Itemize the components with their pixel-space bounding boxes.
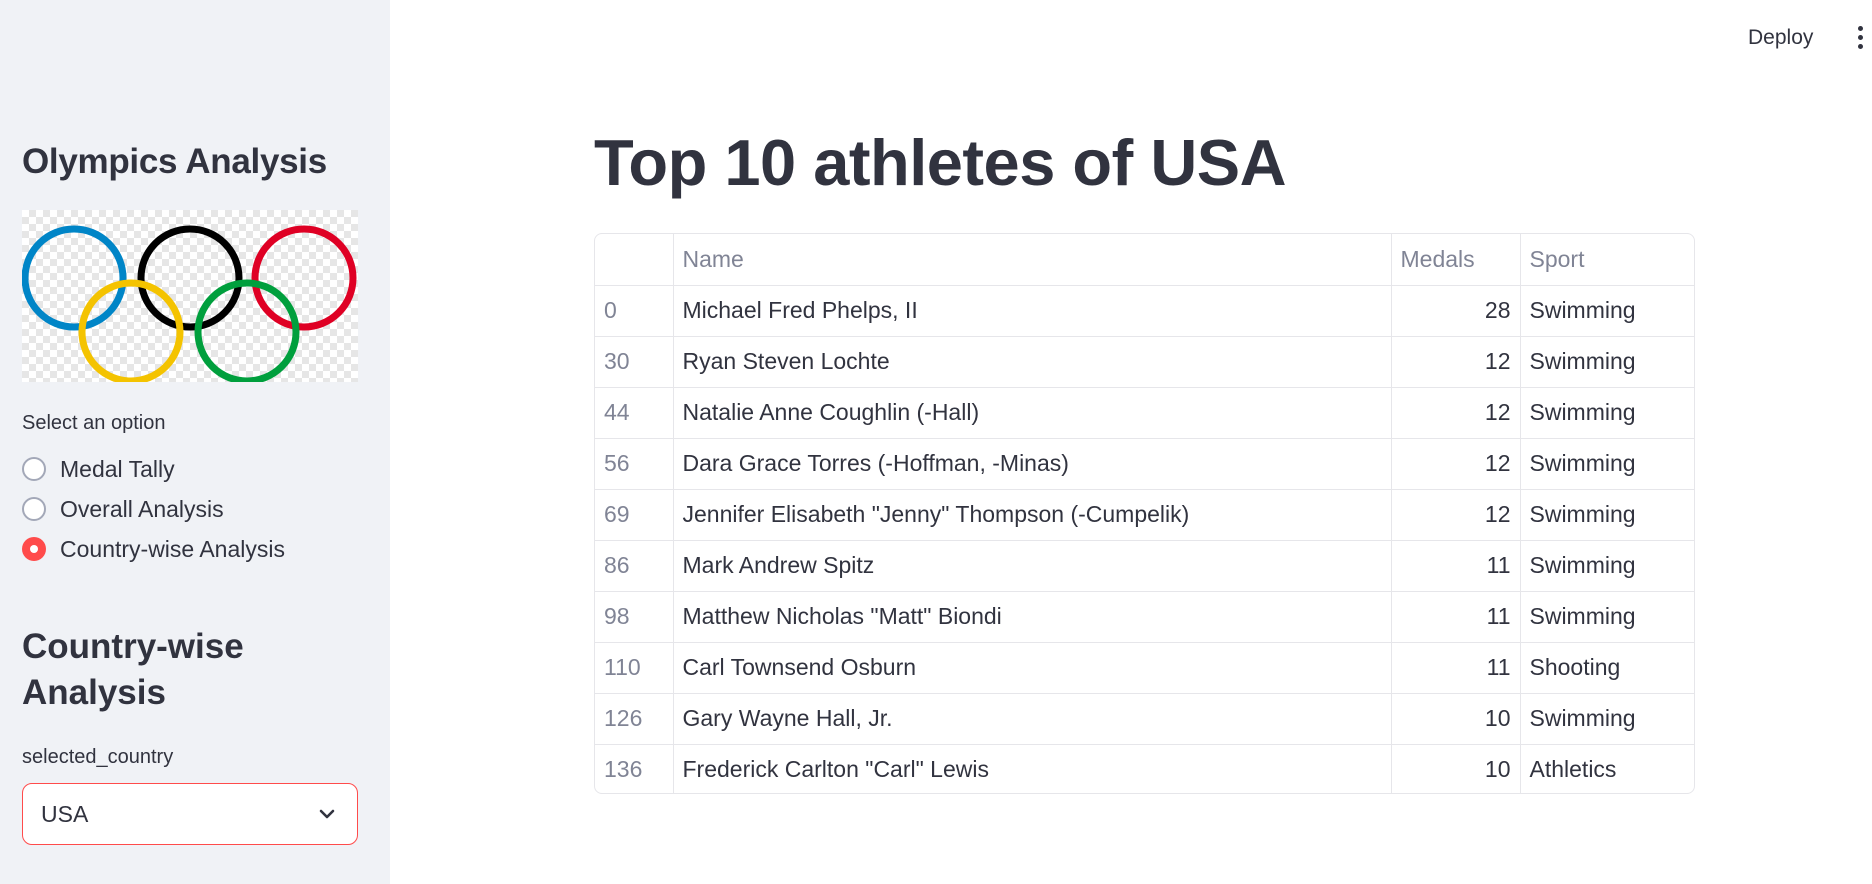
cell-sport[interactable]: Athletics [1520, 744, 1694, 793]
cell-index[interactable]: 126 [595, 693, 674, 745]
kebab-menu-icon[interactable] [1852, 26, 1868, 52]
cell-medals[interactable]: 12 [1391, 387, 1521, 439]
radio-option-overall-analysis[interactable]: Overall Analysis [22, 489, 285, 529]
cell-name[interactable]: Dara Grace Torres (-Hoffman, -Minas) [673, 438, 1392, 490]
country-select-label: selected_country [22, 746, 174, 768]
radio-option-label: Medal Tally [60, 455, 175, 482]
table-row: 136 Frederick Carlton "Carl" Lewis 10 Athle… [595, 744, 1694, 793]
column-header-name[interactable]: Name [673, 234, 1392, 286]
cell-medals[interactable]: 11 [1391, 540, 1521, 592]
cell-sport[interactable]: Swimming [1520, 591, 1694, 643]
cell-index[interactable]: 110 [595, 642, 674, 694]
table-header-row: Name Medals Sport [595, 234, 1694, 286]
cell-medals[interactable]: 10 [1391, 693, 1521, 745]
cell-sport[interactable]: Swimming [1520, 336, 1694, 388]
radio-option-label: Overall Analysis [60, 495, 224, 522]
cell-index[interactable]: 136 [595, 744, 674, 793]
olympic-rings-icon [22, 225, 357, 382]
cell-medals[interactable]: 28 [1391, 285, 1521, 337]
column-header-sport[interactable]: Sport [1520, 234, 1694, 286]
sidebar: Olympics Analysis Select an option Medal… [0, 0, 390, 884]
cell-name[interactable]: Jennifer Elisabeth "Jenny" Thompson (-Cu… [673, 489, 1392, 541]
radio-group-label: Select an option [22, 412, 166, 434]
country-select-value: USA [41, 800, 89, 827]
cell-sport[interactable]: Shooting [1520, 642, 1694, 694]
column-header-index[interactable] [595, 234, 674, 286]
table-row: 69 Jennifer Elisabeth "Jenny" Thompson (-… [595, 489, 1694, 541]
cell-name[interactable]: Ryan Steven Lochte [673, 336, 1392, 388]
cell-sport[interactable]: Swimming [1520, 438, 1694, 490]
sidebar-subtitle: Country-wise Analysis [22, 627, 244, 712]
radio-option-country-wise-analysis[interactable]: Country-wise Analysis [22, 529, 285, 569]
radio-button-selected[interactable] [22, 537, 46, 561]
cell-name[interactable]: Michael Fred Phelps, II [673, 285, 1392, 337]
cell-sport[interactable]: Swimming [1520, 387, 1694, 439]
table-row: 44 Natalie Anne Coughlin (-Hall) 12 Swimmin… [595, 387, 1694, 439]
cell-sport[interactable]: Swimming [1520, 540, 1694, 592]
cell-index[interactable]: 30 [595, 336, 674, 388]
cell-index[interactable]: 56 [595, 438, 674, 490]
cell-medals[interactable]: 12 [1391, 336, 1521, 388]
cell-index[interactable]: 44 [595, 387, 674, 439]
column-header-medals[interactable]: Medals [1391, 234, 1521, 286]
athletes-table: Name Medals Sport 0 Michael Fred Phelps, … [594, 233, 1695, 794]
cell-name[interactable]: Gary Wayne Hall, Jr. [673, 693, 1392, 745]
cell-medals[interactable]: 11 [1391, 642, 1521, 694]
table-row: 126 Gary Wayne Hall, Jr. 10 Swimming [595, 693, 1694, 745]
table-row: 86 Mark Andrew Spitz 11 Swimming [595, 540, 1694, 592]
cell-name[interactable]: Mark Andrew Spitz [673, 540, 1392, 592]
country-select[interactable]: USA [22, 783, 358, 845]
table-row: 30 Ryan Steven Lochte 12 Swimming [595, 336, 1694, 388]
page-title: Top 10 athletes of USA [594, 126, 1287, 199]
table-row: 0 Michael Fred Phelps, II 28 Swimming [595, 285, 1694, 337]
deploy-button[interactable]: Deploy [1744, 24, 1817, 52]
cell-index[interactable]: 69 [595, 489, 674, 541]
cell-name[interactable]: Natalie Anne Coughlin (-Hall) [673, 387, 1392, 439]
cell-index[interactable]: 0 [595, 285, 674, 337]
sidebar-title: Olympics Analysis [22, 142, 327, 181]
cell-name[interactable]: Carl Townsend Osburn [673, 642, 1392, 694]
cell-index[interactable]: 86 [595, 540, 674, 592]
cell-medals[interactable]: 12 [1391, 438, 1521, 490]
cell-medals[interactable]: 11 [1391, 591, 1521, 643]
cell-name[interactable]: Frederick Carlton "Carl" Lewis [673, 744, 1392, 793]
radio-button[interactable] [22, 457, 46, 481]
radio-button[interactable] [22, 497, 46, 521]
table-row: 56 Dara Grace Torres (-Hoffman, -Minas) 12… [595, 438, 1694, 490]
analysis-radio-group: Medal Tally Overall Analysis Country-wis… [22, 449, 285, 569]
radio-option-medal-tally[interactable]: Medal Tally [22, 449, 285, 489]
chevron-down-icon [319, 809, 335, 819]
cell-medals[interactable]: 10 [1391, 744, 1521, 793]
cell-sport[interactable]: Swimming [1520, 489, 1694, 541]
table-row: 98 Matthew Nicholas "Matt" Biondi 11 Swimmi… [595, 591, 1694, 643]
table-row: 110 Carl Townsend Osburn 11 Shooting [595, 642, 1694, 694]
cell-name[interactable]: Matthew Nicholas "Matt" Biondi [673, 591, 1392, 643]
cell-sport[interactable]: Swimming [1520, 693, 1694, 745]
cell-index[interactable]: 98 [595, 591, 674, 643]
radio-option-label: Country-wise Analysis [60, 535, 285, 562]
cell-sport[interactable]: Swimming [1520, 285, 1694, 337]
olympic-rings-image [22, 210, 358, 382]
cell-medals[interactable]: 12 [1391, 489, 1521, 541]
